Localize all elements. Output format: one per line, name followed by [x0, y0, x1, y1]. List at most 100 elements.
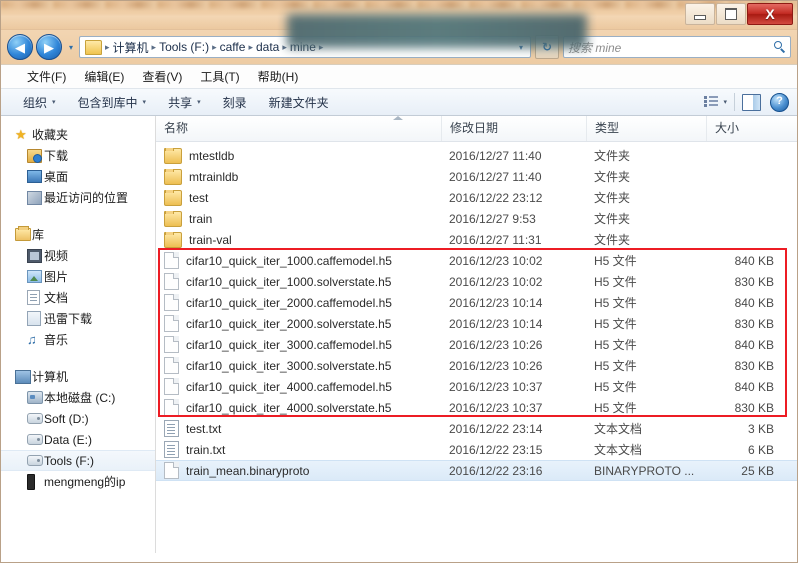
- file-name-cell: train-val: [156, 231, 441, 248]
- documents-icon: [27, 290, 44, 305]
- table-row[interactable]: cifar10_quick_iter_3000.caffemodel.h5 20…: [156, 334, 797, 355]
- table-row[interactable]: mtestldb 2016/12/27 11:40 文件夹: [156, 145, 797, 166]
- file-name-text: train-val: [189, 232, 232, 247]
- table-row[interactable]: test 2016/12/22 23:12 文件夹: [156, 187, 797, 208]
- sidebar-label-favorites: 收藏夹: [32, 128, 69, 142]
- menu-item-file[interactable]: 文件(F): [27, 68, 66, 85]
- menu-item-view[interactable]: 查看(V): [142, 68, 182, 85]
- organize-button[interactable]: 组织 ▾: [23, 94, 56, 111]
- table-row[interactable]: test.txt 2016/12/22 23:14 文本文档 3 KB: [156, 418, 797, 439]
- thunder-download-icon: [27, 311, 44, 326]
- sidebar-item-data-e[interactable]: Data (E:): [1, 429, 155, 450]
- nav-group-computer: 计算机 本地磁盘 (C:) Soft (D:) Data (E:) Tools …: [1, 366, 155, 492]
- new-folder-button[interactable]: 新建文件夹: [269, 94, 329, 111]
- table-row[interactable]: cifar10_quick_iter_4000.solverstate.h5 2…: [156, 397, 797, 418]
- sidebar-item-tools-f[interactable]: Tools (F:): [1, 450, 155, 471]
- change-view-icon[interactable]: [704, 95, 719, 109]
- table-row[interactable]: train 2016/12/27 9:53 文件夹: [156, 208, 797, 229]
- table-row[interactable]: train_mean.binaryproto 2016/12/22 23:16 …: [156, 460, 797, 481]
- table-row[interactable]: cifar10_quick_iter_2000.solverstate.h5 2…: [156, 313, 797, 334]
- forward-arrow-icon: ▶: [44, 39, 54, 55]
- sidebar-item-soft-d[interactable]: Soft (D:): [1, 408, 155, 429]
- chevron-down-icon: ▾: [68, 42, 73, 52]
- drive-icon: [27, 413, 44, 424]
- sidebar-item-favorites[interactable]: ★ 收藏夹: [1, 124, 155, 145]
- history-dropdown-button[interactable]: ▾: [65, 43, 77, 52]
- folder-icon: [164, 147, 182, 164]
- sidebar-item-local-disk-c[interactable]: 本地磁盘 (C:): [1, 387, 155, 408]
- breadcrumb-item-computer[interactable]: 计算机: [111, 39, 151, 56]
- organize-label: 组织: [23, 95, 48, 110]
- include-in-library-button[interactable]: 包含到库中 ▾: [78, 94, 147, 111]
- menu-item-edit[interactable]: 编辑(E): [84, 68, 124, 85]
- table-row[interactable]: train.txt 2016/12/22 23:15 文本文档 6 KB: [156, 439, 797, 460]
- table-row[interactable]: cifar10_quick_iter_1000.solverstate.h5 2…: [156, 271, 797, 292]
- sidebar-label-thunder-download: 迅雷下载: [44, 312, 93, 326]
- h5-file-icon: [164, 357, 179, 374]
- menu-item-tools[interactable]: 工具(T): [200, 68, 239, 85]
- table-row[interactable]: train-val 2016/12/27 11:31 文件夹: [156, 229, 797, 250]
- forward-button[interactable]: ▶: [36, 34, 62, 60]
- column-header-size[interactable]: 大小: [706, 116, 786, 141]
- file-type-cell: 文本文档: [594, 443, 643, 457]
- change-view-caret-icon[interactable]: ▾: [723, 98, 727, 106]
- close-button[interactable]: X: [747, 3, 793, 25]
- file-date-cell: 2016/12/23 10:37: [449, 400, 543, 415]
- breadcrumb-item-data[interactable]: data: [254, 40, 281, 54]
- file-type-cell: 文件夹: [594, 191, 631, 205]
- system-drive-icon: [27, 391, 44, 404]
- table-row[interactable]: cifar10_quick_iter_2000.caffemodel.h5 20…: [156, 292, 797, 313]
- menu-item-help[interactable]: 帮助(H): [258, 68, 299, 85]
- search-input[interactable]: 搜索 mine: [568, 39, 774, 56]
- sidebar-item-computer[interactable]: 计算机: [1, 366, 155, 387]
- share-button[interactable]: 共享 ▾: [168, 94, 201, 111]
- back-button[interactable]: ◀: [7, 34, 33, 60]
- file-type-cell: H5 文件: [594, 296, 637, 310]
- file-size-cell: 840 KB: [734, 337, 774, 352]
- sidebar-item-desktop[interactable]: 桌面: [1, 166, 155, 187]
- file-name-text: test.txt: [186, 421, 222, 436]
- sidebar-label-computer: 计算机: [32, 370, 69, 384]
- file-name-cell: mtestldb: [156, 147, 441, 164]
- search-box[interactable]: 搜索 mine: [563, 36, 791, 58]
- command-bar: 组织 ▾ 包含到库中 ▾ 共享 ▾ 刻录 新建文件夹 ▾ ?: [1, 88, 797, 116]
- table-row[interactable]: cifar10_quick_iter_4000.caffemodel.h5 20…: [156, 376, 797, 397]
- music-icon: ♫: [27, 331, 37, 347]
- file-name-text: mtestldb: [189, 148, 235, 163]
- file-date-cell: 2016/12/23 10:14: [449, 316, 543, 331]
- sidebar-item-downloads[interactable]: 下载: [1, 145, 155, 166]
- file-type-cell: 文件夹: [594, 170, 631, 184]
- file-rows: mtestldb 2016/12/27 11:40 文件夹 mtrainldb …: [156, 142, 797, 481]
- preview-pane-icon[interactable]: [742, 93, 761, 111]
- h5-file-icon: [164, 378, 179, 395]
- file-date-cell: 2016/12/22 23:12: [449, 190, 543, 205]
- column-header-date[interactable]: 修改日期: [441, 116, 586, 141]
- h5-file-icon: [164, 399, 179, 416]
- sidebar-item-libraries[interactable]: 库: [1, 224, 155, 245]
- help-icon[interactable]: ?: [770, 92, 789, 112]
- file-name-cell: cifar10_quick_iter_4000.solverstate.h5: [156, 399, 441, 416]
- file-date-cell: 2016/12/27 11:31: [449, 232, 542, 247]
- sidebar-item-videos[interactable]: 视频: [1, 245, 155, 266]
- burn-button[interactable]: 刻录: [223, 94, 247, 111]
- binaryproto-file-icon: [164, 462, 179, 479]
- sidebar-item-mengmeng-phone[interactable]: mengmeng的ip: [1, 471, 155, 492]
- file-name-text: cifar10_quick_iter_2000.solverstate.h5: [186, 316, 392, 331]
- sidebar-item-recent-places[interactable]: 最近访问的位置: [1, 187, 155, 208]
- sidebar-item-music[interactable]: ♫ 音乐: [1, 329, 155, 350]
- table-row[interactable]: mtrainldb 2016/12/27 11:40 文件夹: [156, 166, 797, 187]
- file-name-cell: cifar10_quick_iter_3000.caffemodel.h5: [156, 336, 441, 353]
- sidebar-item-pictures[interactable]: 图片: [1, 266, 155, 287]
- breadcrumb-item-caffe[interactable]: caffe: [218, 40, 248, 54]
- sidebar-label-data-e: Data (E:): [44, 432, 93, 447]
- title-bar-blurred-region: [287, 14, 587, 48]
- maximize-button[interactable]: [716, 3, 746, 25]
- column-header-type[interactable]: 类型: [586, 116, 706, 141]
- minimize-button[interactable]: [685, 3, 715, 25]
- table-row[interactable]: cifar10_quick_iter_3000.solverstate.h5 2…: [156, 355, 797, 376]
- breadcrumb-item-tools-f[interactable]: Tools (F:): [157, 40, 211, 54]
- sidebar-item-thunder-download[interactable]: 迅雷下载: [1, 308, 155, 329]
- file-size-cell: 840 KB: [734, 253, 774, 268]
- sidebar-item-documents[interactable]: 文档: [1, 287, 155, 308]
- table-row[interactable]: cifar10_quick_iter_1000.caffemodel.h5 20…: [156, 250, 797, 271]
